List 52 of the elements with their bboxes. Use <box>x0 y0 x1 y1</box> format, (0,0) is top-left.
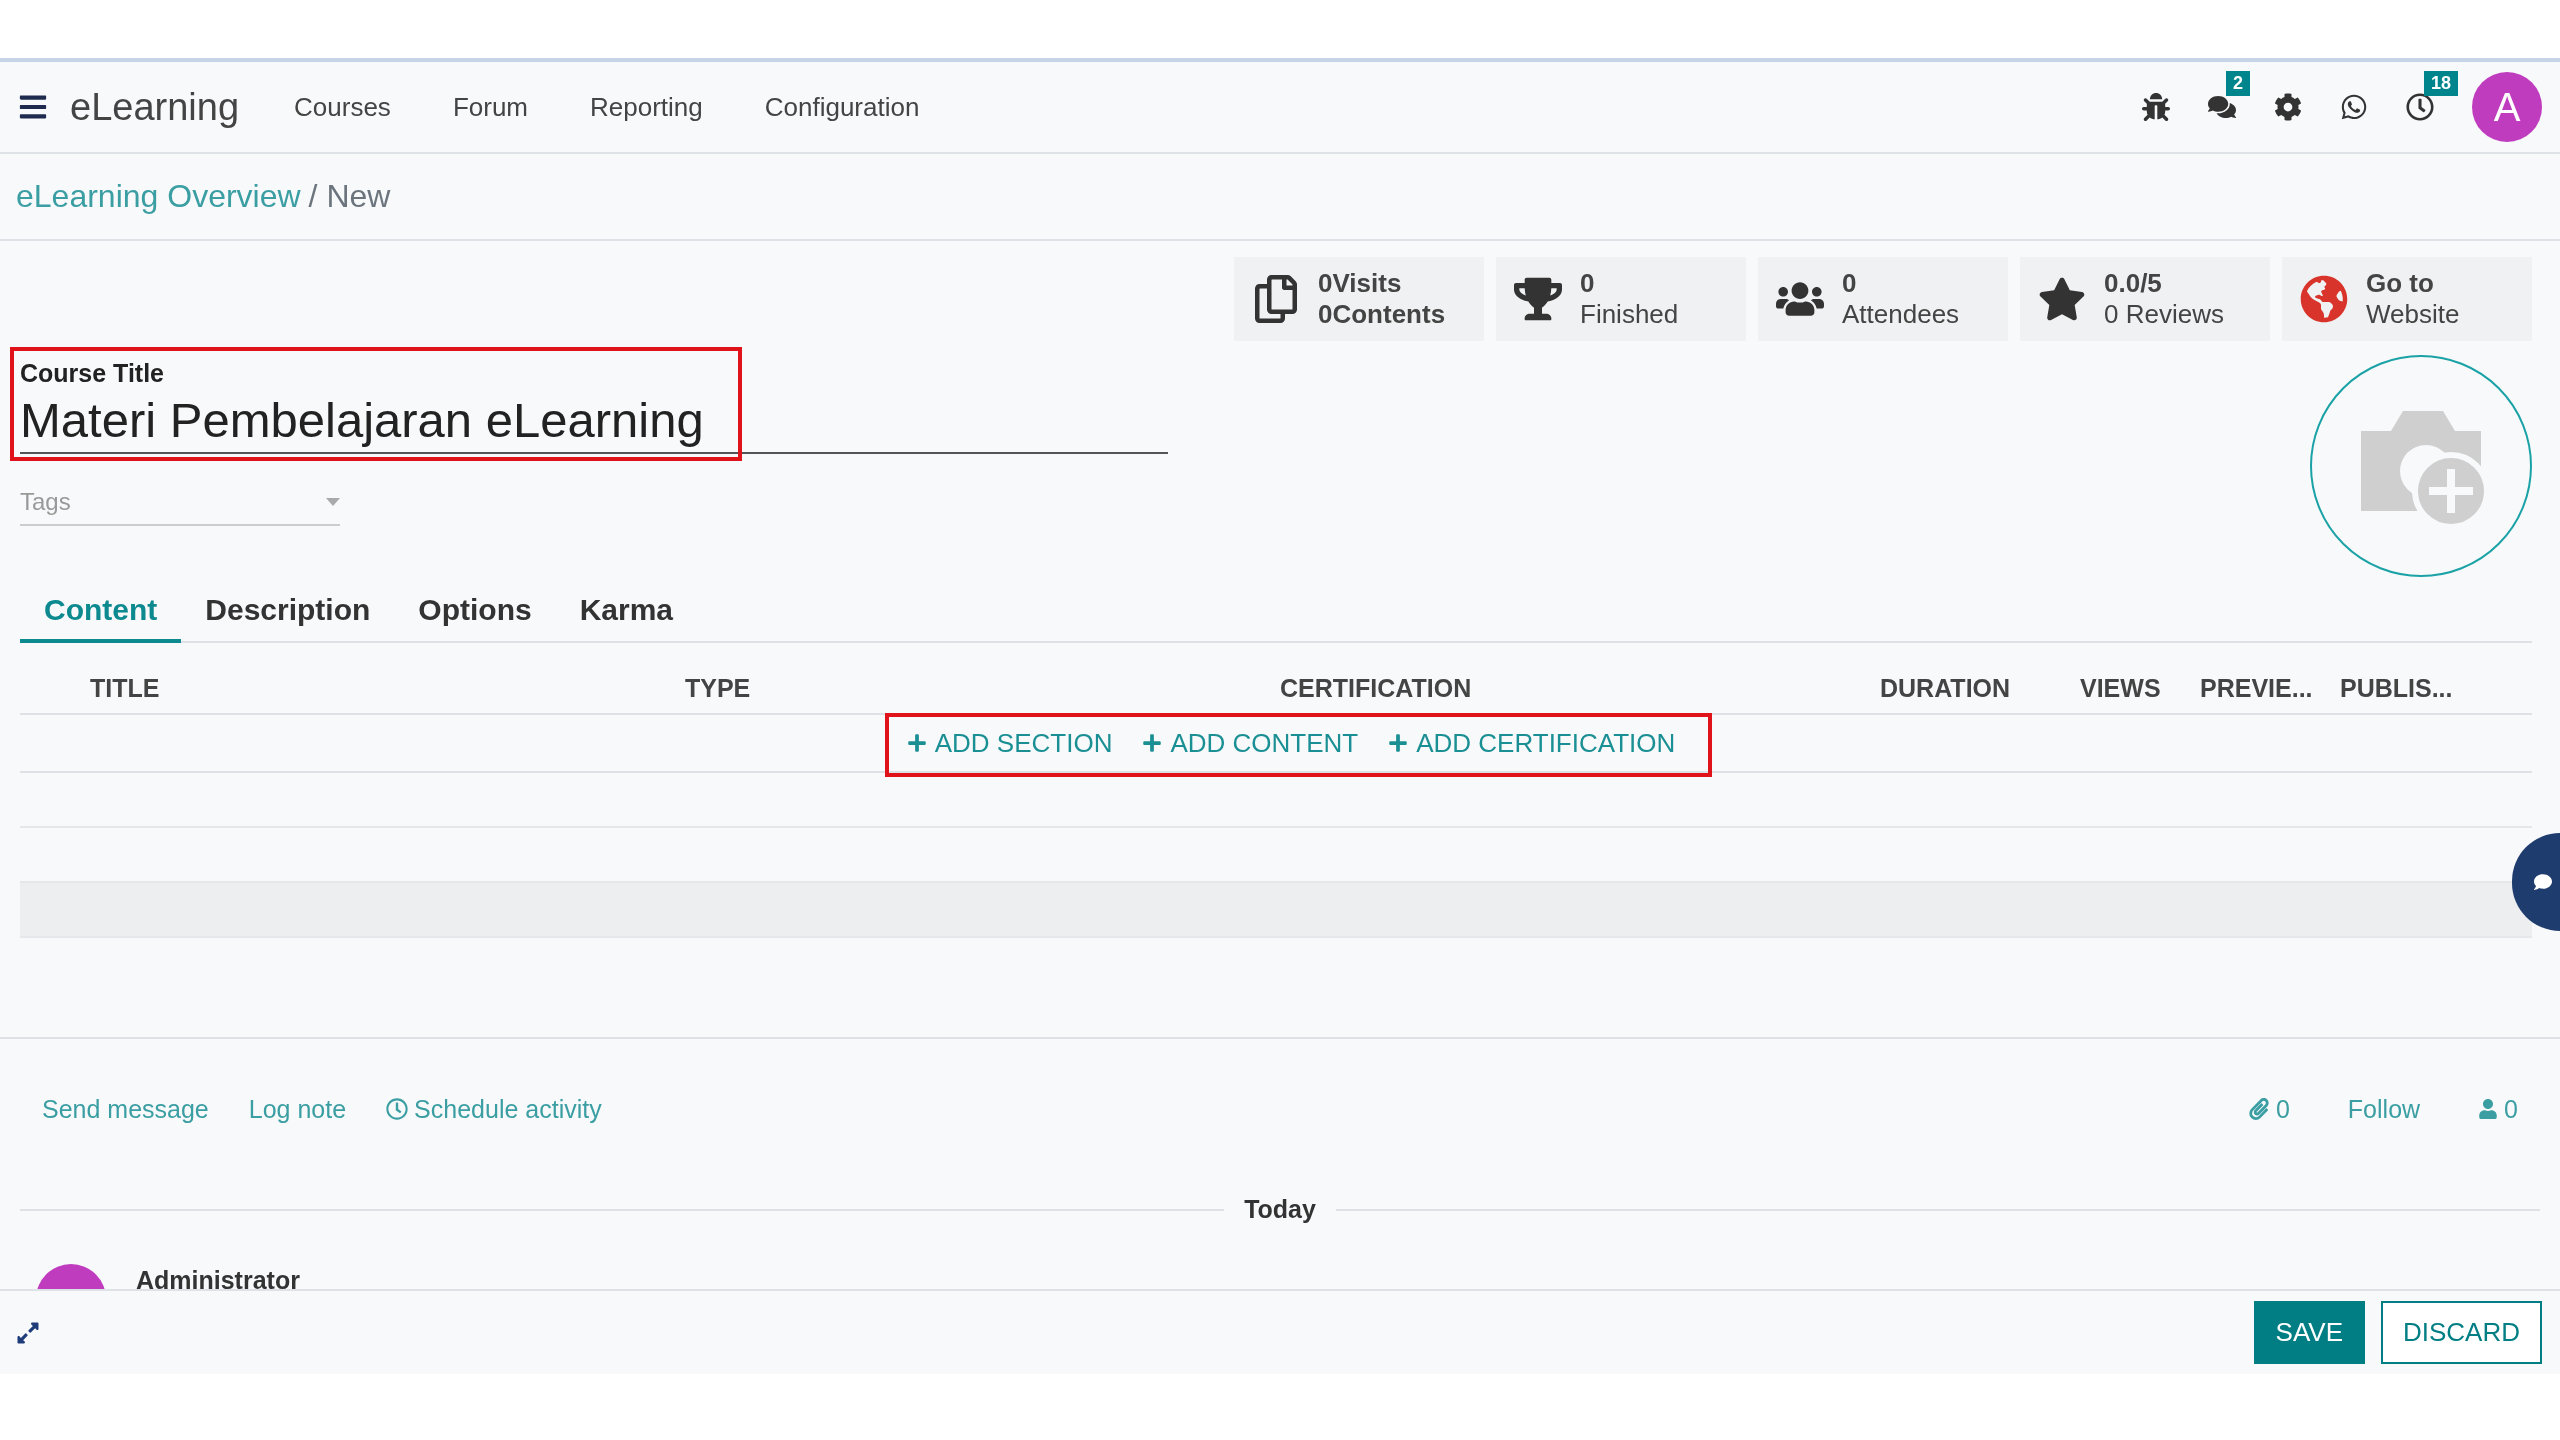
clock-icon[interactable] <box>2406 93 2434 121</box>
stat-button[interactable]: 0 Finished <box>1496 257 1746 341</box>
globe-icon <box>2300 275 2348 323</box>
title-input-field[interactable]: Materi Pembelajaran eLearning <box>20 388 1168 452</box>
trophy-icon <box>1514 275 1562 323</box>
tab[interactable]: Options <box>394 581 556 643</box>
tab[interactable]: Content <box>20 581 182 643</box>
menu-item[interactable]: Reporting <box>590 91 703 123</box>
add-link[interactable]: ADD CERTIFICATION <box>1388 727 1676 759</box>
caret-icon <box>326 498 340 506</box>
field-label: Course Title <box>20 358 166 388</box>
menu-item[interactable]: Courses <box>294 91 391 123</box>
column-header[interactable]: DURATION <box>1880 674 2080 703</box>
plus-icon <box>1388 733 1409 753</box>
column-header[interactable]: TITLE <box>90 674 685 703</box>
stat-button[interactable]: 0Visits 0Contents <box>1234 257 1484 341</box>
pages-icon <box>1252 275 1300 323</box>
column-header[interactable]: CERTIFICATION <box>1280 674 1880 703</box>
star-icon <box>2038 275 2086 323</box>
breadcrumb-current: / New <box>308 178 391 215</box>
tab[interactable]: Description <box>181 581 395 643</box>
app-title: eLearning <box>70 85 240 129</box>
bug-icon[interactable] <box>2142 93 2170 121</box>
add-link[interactable]: ADD SECTION <box>906 727 1113 759</box>
stat-button[interactable]: 0 Attendees <box>1758 257 2008 341</box>
column-header[interactable]: PUBLIS... <box>2340 674 2532 703</box>
column-header[interactable]: PREVIE... <box>2200 674 2340 703</box>
menu-item[interactable]: Forum <box>452 91 528 123</box>
column-header[interactable]: TYPE <box>685 674 1280 703</box>
column-header[interactable]: VIEWS <box>2080 674 2200 703</box>
discard-button[interactable]: DISCARD <box>2381 1301 2542 1364</box>
chat-icon <box>2534 873 2552 891</box>
phone-bubble-icon[interactable] <box>2340 93 2368 121</box>
settings-icon[interactable] <box>2274 93 2302 121</box>
message-author: Administrator <box>136 1266 300 1289</box>
user-avatar[interactable]: A <box>2472 72 2542 142</box>
add-link[interactable]: ADD CONTENT <box>1142 727 1359 759</box>
plus-icon <box>1142 733 1163 753</box>
stat-button[interactable]: 0.0/5 0 Reviews <box>2020 257 2270 341</box>
chat-icon[interactable] <box>2208 93 2236 121</box>
count-badge: 2 <box>2226 71 2250 96</box>
date-separator: Today <box>1244 1195 1316 1224</box>
clock-icon <box>386 1098 409 1120</box>
stat-button[interactable]: Go to Website <box>2282 257 2532 341</box>
expand-icon[interactable] <box>16 1320 40 1345</box>
paperclip-icon <box>2247 1098 2270 1120</box>
tab[interactable]: Karma <box>555 581 698 643</box>
user-icon <box>2478 1099 2499 1119</box>
menu-item[interactable]: Configuration <box>764 91 920 123</box>
count-badge: 18 <box>2424 71 2459 96</box>
save-button[interactable]: SAVE <box>2253 1301 2365 1364</box>
plus-icon <box>906 733 927 753</box>
